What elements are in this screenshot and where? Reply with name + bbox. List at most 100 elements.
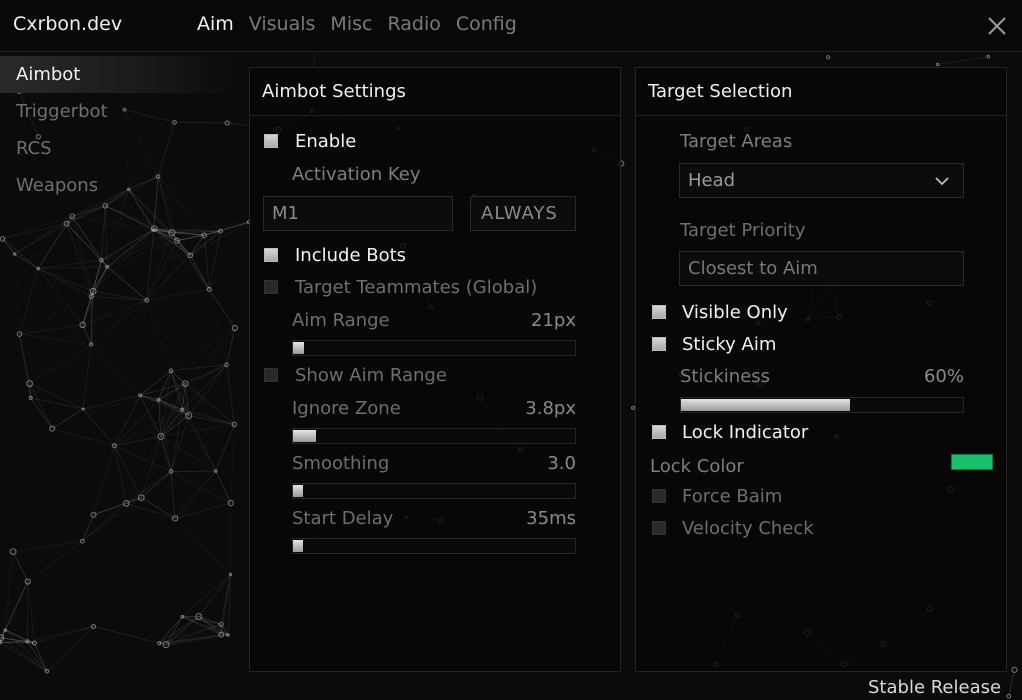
- network-link: [14, 215, 73, 255]
- target-priority-dropdown[interactable]: Closest to Aim: [679, 251, 964, 286]
- network-link: [93, 626, 160, 644]
- visible-only-checkbox[interactable]: [652, 305, 666, 319]
- sidebar-item-rcs[interactable]: RCS: [0, 130, 235, 167]
- network-link: [226, 327, 236, 365]
- sticky-aim-checkbox[interactable]: [652, 337, 666, 351]
- lock-color-swatch[interactable]: [951, 454, 993, 470]
- network-link: [937, 56, 989, 65]
- start-delay-value: 35ms: [526, 508, 576, 529]
- close-button[interactable]: [985, 14, 1009, 38]
- network-link: [83, 399, 159, 410]
- network-link: [5, 552, 13, 630]
- network-link: [185, 364, 227, 384]
- network-link: [0, 642, 48, 672]
- lock-indicator-checkbox[interactable]: [652, 425, 666, 439]
- target-areas-value: Head: [688, 170, 736, 191]
- target-teammates-checkbox[interactable]: [264, 280, 278, 294]
- network-link: [2, 215, 73, 240]
- stickiness-slider[interactable]: [680, 397, 964, 413]
- ignore-zone-label: Ignore Zone: [292, 398, 401, 419]
- release-channel-label: Stable Release: [868, 677, 1002, 698]
- force-baim-checkbox[interactable]: [652, 489, 666, 503]
- show-aim-range-checkbox[interactable]: [264, 368, 278, 382]
- visible-only-label: Visible Only: [682, 302, 788, 323]
- stickiness-label: Stickiness: [680, 366, 771, 387]
- show-aim-range-label: Show Aim Range: [295, 365, 447, 386]
- activation-mode-button[interactable]: ALWAYS: [470, 196, 576, 231]
- network-link: [66, 223, 102, 261]
- network-link: [113, 445, 127, 504]
- target-selection-panel: Target Selection Target Areas Head Targe…: [635, 67, 1007, 672]
- aimbot-settings-title: Aimbot Settings: [250, 68, 620, 116]
- target-priority-label: Target Priority: [680, 220, 806, 241]
- tab-visuals[interactable]: Visuals: [249, 13, 316, 35]
- start-delay-slider-fill: [293, 540, 303, 552]
- top-bar: Cxrbon.dev Aim Visuals Misc Radio Config: [0, 0, 1022, 52]
- network-link: [147, 300, 186, 383]
- velocity-check-checkbox[interactable]: [652, 521, 666, 535]
- network-link: [231, 424, 235, 503]
- activation-key-field[interactable]: M1: [263, 196, 453, 231]
- smoothing-slider-fill: [293, 485, 303, 497]
- network-link: [19, 333, 92, 345]
- aimbot-settings-panel: Aimbot Settings Enable Activation Key M1…: [249, 67, 621, 672]
- include-bots-checkbox[interactable]: [264, 248, 278, 262]
- smoothing-label: Smoothing: [292, 453, 390, 474]
- network-link: [91, 344, 158, 399]
- network-link: [13, 540, 83, 553]
- sidebar-item-weapons[interactable]: Weapons: [0, 167, 235, 204]
- network-link: [30, 325, 83, 384]
- network-link: [94, 515, 176, 519]
- ignore-zone-slider[interactable]: [292, 428, 576, 444]
- target-areas-label: Target Areas: [680, 131, 793, 152]
- include-bots-label: Include Bots: [295, 245, 407, 266]
- close-icon: [988, 17, 1006, 35]
- network-link: [2, 238, 15, 255]
- network-link: [101, 255, 190, 260]
- app-title: Cxrbon.dev: [13, 13, 123, 35]
- network-node: [826, 55, 831, 60]
- network-link: [90, 300, 147, 345]
- aim-range-slider[interactable]: [292, 340, 576, 356]
- enable-label: Enable: [295, 131, 357, 152]
- target-areas-dropdown[interactable]: Head: [679, 163, 964, 198]
- stickiness-value: 60%: [923, 366, 964, 387]
- network-link: [66, 223, 94, 292]
- tab-bar: Aim Visuals Misc Radio Config: [197, 13, 532, 35]
- sidebar-item-triggerbot[interactable]: Triggerbot: [0, 93, 235, 130]
- tab-misc[interactable]: Misc: [330, 13, 372, 35]
- network-link: [159, 400, 235, 425]
- target-selection-title: Target Selection: [636, 68, 1006, 116]
- network-link: [170, 471, 176, 519]
- network-link: [19, 268, 39, 335]
- smoothing-slider[interactable]: [292, 483, 576, 499]
- network-link: [140, 436, 162, 498]
- enable-checkbox[interactable]: [264, 134, 278, 148]
- network-link: [38, 269, 91, 345]
- target-teammates-label: Target Teammates (Global): [295, 277, 538, 298]
- network-link: [82, 344, 92, 410]
- tab-radio[interactable]: Radio: [387, 13, 440, 35]
- network-link: [93, 445, 115, 515]
- network-link: [175, 502, 231, 519]
- ignore-zone-slider-fill: [293, 430, 316, 442]
- tab-aim[interactable]: Aim: [197, 13, 234, 35]
- sidebar-item-aimbot[interactable]: Aimbot: [0, 56, 235, 93]
- network-link: [147, 300, 235, 328]
- network-link: [94, 472, 172, 515]
- network-link: [91, 296, 147, 301]
- network-link: [1008, 669, 1015, 697]
- network-link: [114, 436, 162, 447]
- chevron-down-icon: [935, 177, 949, 186]
- lock-color-label: Lock Color: [650, 456, 744, 477]
- network-link: [189, 234, 205, 256]
- network-link: [93, 617, 182, 627]
- start-delay-slider[interactable]: [292, 538, 576, 554]
- network-link: [31, 325, 83, 398]
- network-link: [171, 289, 209, 370]
- network-link: [27, 540, 83, 582]
- network-link: [13, 552, 27, 642]
- network-link: [28, 582, 94, 627]
- network-link: [15, 254, 102, 260]
- tab-config[interactable]: Config: [456, 13, 517, 35]
